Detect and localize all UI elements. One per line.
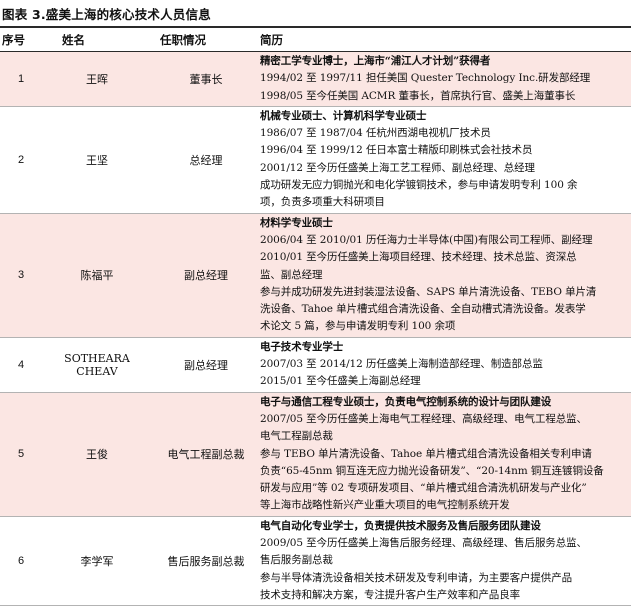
resume-line: 电气工程副总裁 (260, 430, 333, 443)
resume-line: 2015/01 至今任盛美上海副总经理 (260, 375, 421, 388)
resume-degree-line: 电气自动化专业学士，负责提供技术服务及售后服务团队建设 (260, 519, 541, 532)
resume-line: 监、副总经理 (260, 268, 323, 281)
header-index: 序号 (0, 29, 42, 52)
person-role: 副总经理 (152, 213, 260, 338)
resume-line: 术论文 5 篇，参与申请发明专利 100 余项 (260, 320, 456, 333)
table-row: 2 王坚 总经理 机械专业硕士、计算机科学专业硕士 1986/07 至 1987/04 … (0, 106, 631, 214)
resume-line: 参与半导体清洗设备相关技术研发及专利申请，为主要客户提供产品 (260, 571, 572, 584)
header-role: 任职情况 (152, 29, 260, 52)
row-index: 3 (0, 213, 42, 338)
table-header-row: 序号 姓名 任职情况 简历 (0, 29, 631, 52)
person-name: 李学军 (42, 516, 152, 606)
core-tech-staff-table: 序号 姓名 任职情况 简历 1 王晖 董事长 精密工学专业博士，上海市“浦江人才计划”… (0, 29, 631, 606)
header-resume: 简历 (260, 29, 631, 52)
resume-line: 成功研发无应力铜抛光和电化学镀铜技术，参与申请发明专利 100 余 (260, 179, 578, 192)
resume-cell: 精密工学专业博士，上海市“浦江人才计划”获得者 1994/02 至 1997/11… (260, 51, 631, 107)
resume-cell: 材料学专业硕士 2006/04 至 2010/01 历任海力士半导体(中国)有限公… (260, 213, 631, 338)
resume-line: 售后服务副总裁 (260, 554, 333, 567)
row-index: 2 (0, 106, 42, 214)
figure-title: 图表 3.盛美上海的核心技术人员信息 (2, 7, 211, 22)
person-role: 副总经理 (152, 337, 260, 393)
resume-cell: 电子技术专业学士 2007/03 至 2014/12 历任盛美上海制造部经理、制造… (260, 337, 631, 393)
resume-line: 2007/03 至 2014/12 历任盛美上海制造部经理、制造部总监 (260, 358, 543, 371)
table-row: 5 王俊 电气工程副总裁 电子与通信工程专业硕士，负责电气控制系统的设计与团队建设 20… (0, 392, 631, 517)
resume-line: 2009/05 至今历任盛美上海售后服务经理、高级经理、售后服务总监、 (260, 537, 587, 550)
resume-line: 技术支持和解决方案，专注提升客户生产效率和产品良率 (260, 588, 520, 601)
person-role: 董事长 (152, 51, 260, 107)
resume-line: 2007/05 至今历任盛美上海电气工程经理、高级经理、电气工程总监、 (260, 412, 587, 425)
row-index: 1 (0, 51, 42, 107)
person-name: 王坚 (42, 106, 152, 214)
table-row: 6 李学军 售后服务副总裁 电气自动化专业学士，负责提供技术服务及售后服务团队建设 20… (0, 516, 631, 606)
resume-line: 负责“65-45nm 铜互连无应力抛光设备研发”、“20-14nm 铜互连镀铜设… (260, 464, 604, 477)
resume-line: 1998/05 至今任美国 ACMR 董事长，首席执行官、盛美上海董事长 (260, 89, 576, 102)
resume-line: 参与并成功研发先进封装湿法设备、SAPS 单片清洗设备、TEBO 单片清 (260, 285, 597, 298)
resume-line: 1986/07 至 1987/04 任杭州西湖电视机厂技术员 (260, 127, 491, 140)
resume-degree-line: 材料学专业硕士 (260, 216, 333, 229)
table-row: 4 SOTHEARA CHEAV 副总经理 电子技术专业学士 2007/03 至 201… (0, 337, 631, 393)
header-name: 姓名 (42, 29, 152, 52)
resume-cell: 机械专业硕士、计算机科学专业硕士 1986/07 至 1987/04 任杭州西湖电… (260, 106, 631, 214)
person-role: 电气工程副总裁 (152, 392, 260, 517)
resume-line: 等上海市战略性新兴产业重大项目的电气控制系统开发 (260, 499, 510, 512)
row-index: 5 (0, 392, 42, 517)
table-row: 1 王晖 董事长 精密工学专业博士，上海市“浦江人才计划”获得者 1994/02 至 1… (0, 51, 631, 107)
resume-line: 研发与应用”等 02 专项研发项目、“单片槽式组合清洗机研发与产业化” (260, 482, 587, 495)
row-index: 6 (0, 516, 42, 606)
person-name: 陈福平 (42, 213, 152, 338)
resume-line: 参与 TEBO 单片清洗设备、Tahoe 单片槽式组合清洗设备相关专利申请 (260, 447, 592, 460)
resume-degree-line: 电子与通信工程专业硕士，负责电气控制系统的设计与团队建设 (260, 395, 552, 408)
resume-cell: 电子与通信工程专业硕士，负责电气控制系统的设计与团队建设 2007/05 至今历任… (260, 392, 631, 517)
resume-degree-line: 电子技术专业学士 (260, 340, 344, 353)
resume-line: 2010/01 至今历任盛美上海项目经理、技术经理、技术总监、资深总 (260, 251, 577, 264)
resume-cell: 电气自动化专业学士，负责提供技术服务及售后服务团队建设 2009/05 至今历任盛… (260, 516, 631, 606)
resume-line: 洗设备、Tahoe 单片槽式组合清洗设备、全自动槽式清洗设备。发表学 (260, 303, 586, 316)
person-name: SOTHEARA CHEAV (42, 337, 152, 393)
resume-degree-line: 机械专业硕士、计算机科学专业硕士 (260, 109, 427, 122)
resume-line: 项，负责多项重大科研项目 (260, 196, 385, 209)
person-role: 售后服务副总裁 (152, 516, 260, 606)
resume-line: 2006/04 至 2010/01 历任海力士半导体(中国)有限公司工程师、副经… (260, 233, 593, 246)
resume-line: 2001/12 至今历任盛美上海工艺工程师、副总经理、总经理 (260, 161, 535, 174)
resume-line: 1996/04 至 1999/12 任日本富士精版印刷株式会社技术员 (260, 144, 533, 157)
person-role: 总经理 (152, 106, 260, 214)
table-body: 1 王晖 董事长 精密工学专业博士，上海市“浦江人才计划”获得者 1994/02 至 1… (0, 51, 631, 606)
resume-degree-line: 精密工学专业博士，上海市“浦江人才计划”获得者 (260, 55, 491, 67)
person-name: 王俊 (42, 392, 152, 517)
row-index: 4 (0, 337, 42, 393)
person-name: 王晖 (42, 51, 152, 107)
table-top-rule (0, 26, 631, 28)
document-page: { "title": "图表 3.盛美上海的核心技术人员信息", "header… (0, 0, 631, 606)
resume-line: 1994/02 至 1997/11 担任美国 Quester Technolog… (260, 72, 591, 85)
table-row: 3 陈福平 副总经理 材料学专业硕士 2006/04 至 2010/01 历任海力士半导… (0, 213, 631, 338)
